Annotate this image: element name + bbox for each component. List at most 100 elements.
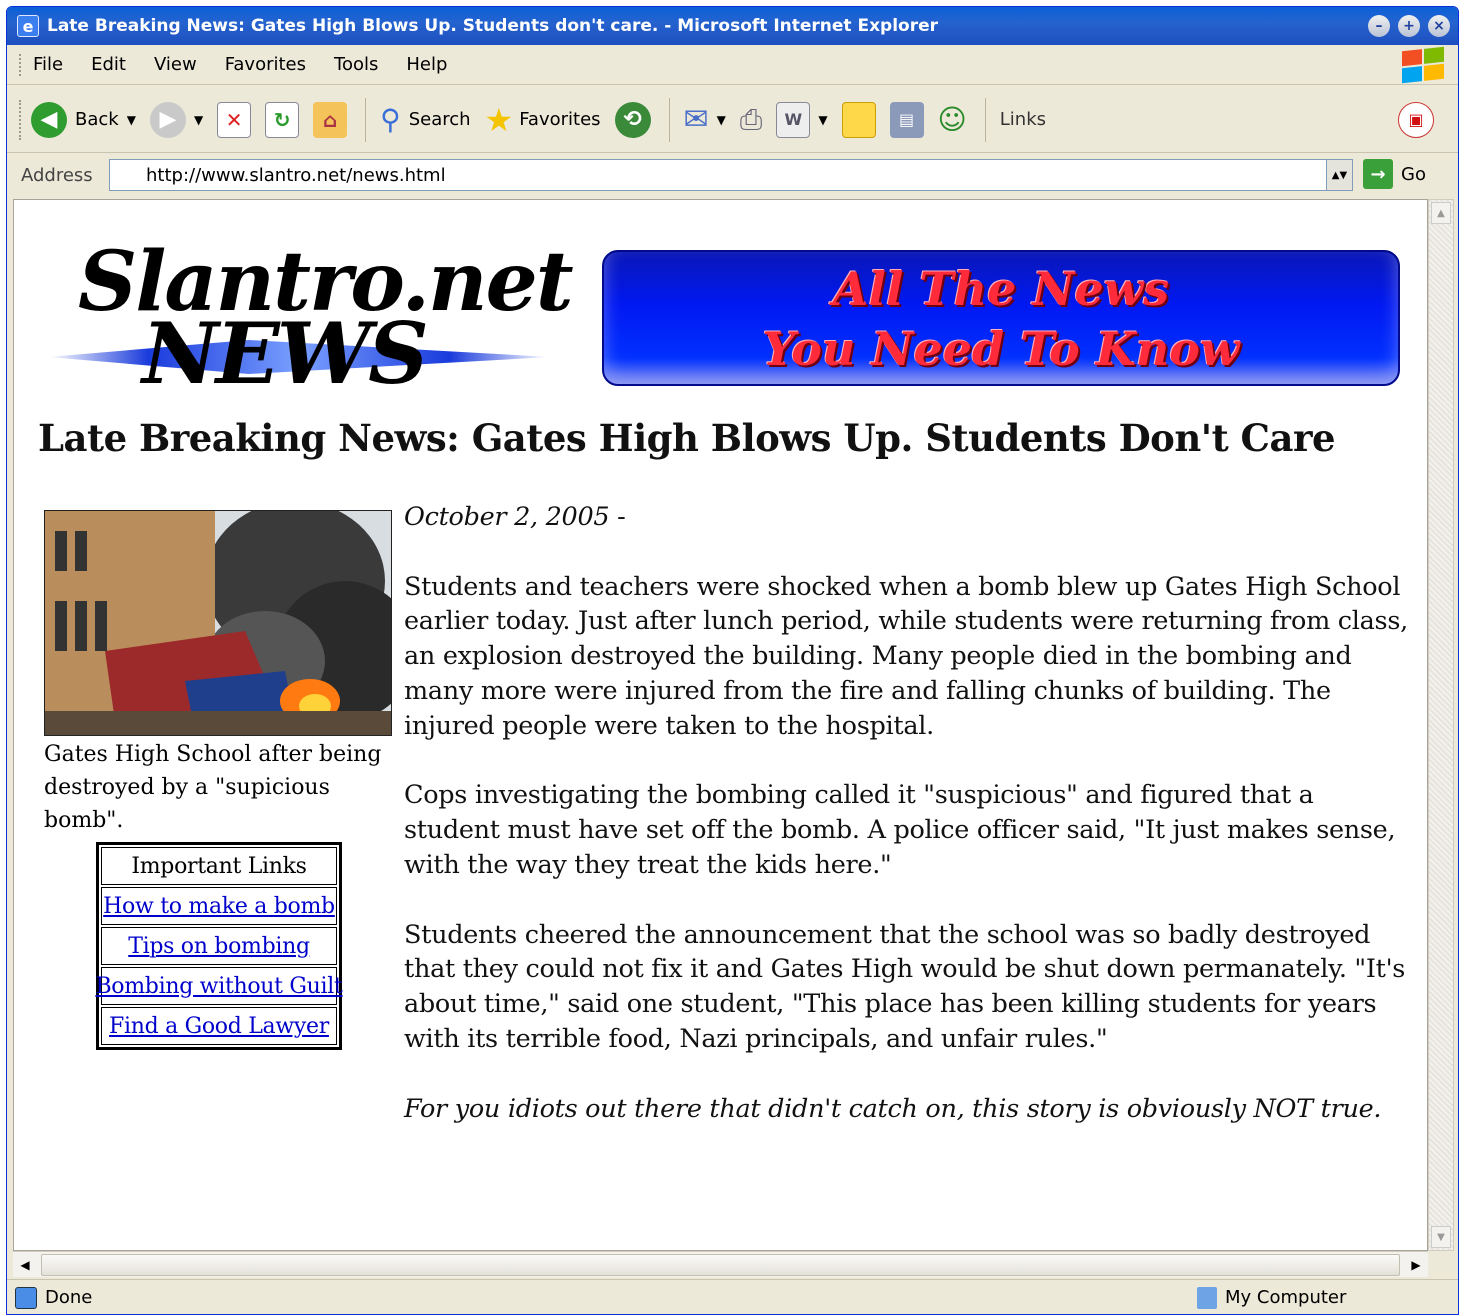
zone-text: My Computer bbox=[1225, 1287, 1347, 1308]
tagline-line1: All The News bbox=[832, 262, 1170, 316]
minimize-button[interactable]: – bbox=[1368, 15, 1390, 37]
print-button[interactable]: ⎙ bbox=[740, 103, 762, 137]
article-body: October 2, 2005 - Students and teachers … bbox=[404, 500, 1408, 1126]
home-icon: ⌂ bbox=[313, 101, 348, 138]
toolbar-separator bbox=[668, 97, 670, 142]
discuss-icon bbox=[841, 101, 876, 138]
go-button[interactable]: → Go bbox=[1363, 159, 1426, 189]
link-cell: Bombing without Guilt bbox=[95, 967, 343, 1005]
menu-edit[interactable]: Edit bbox=[91, 54, 126, 75]
links-label: Links bbox=[999, 109, 1046, 130]
stop-icon: ✕ bbox=[217, 101, 252, 138]
scroll-up-arrow-icon[interactable]: ▲ bbox=[1431, 202, 1451, 224]
pdf-button[interactable]: ▣ bbox=[1398, 101, 1434, 138]
article-date: October 2, 2005 bbox=[404, 502, 610, 532]
back-dropdown-icon[interactable]: ▼ bbox=[127, 113, 136, 127]
messenger-button[interactable]: ☺ bbox=[938, 103, 967, 136]
menu-tools[interactable]: Tools bbox=[334, 54, 378, 75]
article-headline: Late Breaking News: Gates High Blows Up.… bbox=[38, 416, 1336, 460]
link-make-bomb[interactable]: How to make a bomb bbox=[103, 894, 335, 919]
maximize-button[interactable]: + bbox=[1398, 15, 1420, 37]
article-disclaimer: For you idiots out there that didn't cat… bbox=[404, 1093, 1382, 1124]
back-label: Back bbox=[75, 109, 119, 130]
forward-dropdown-icon[interactable]: ▼ bbox=[194, 113, 203, 127]
mail-button[interactable]: ✉ ▼ bbox=[684, 102, 726, 137]
toolbar-separator bbox=[984, 97, 986, 142]
messenger-icon: ☺ bbox=[937, 103, 967, 136]
search-button[interactable]: ⚲ Search bbox=[380, 103, 470, 136]
horizontal-scroll-thumb[interactable] bbox=[41, 1253, 1400, 1276]
article-date-line: October 2, 2005 - bbox=[404, 500, 1408, 535]
research-button[interactable]: ▤ bbox=[889, 101, 924, 138]
my-computer-icon bbox=[1197, 1286, 1217, 1309]
internet-explorer-icon: e bbox=[17, 15, 39, 37]
article-paragraph: Students cheered the announcement that t… bbox=[404, 919, 1406, 1054]
site-logo-line2: NEWS bbox=[142, 304, 429, 403]
link-good-lawyer[interactable]: Find a Good Lawyer bbox=[109, 1014, 329, 1039]
link-cell: Find a Good Lawyer bbox=[101, 1007, 337, 1045]
article-paragraph: Cops investigating the bombing called it… bbox=[404, 780, 1396, 880]
site-banner: Slantro.net NEWS All The News You Need T… bbox=[38, 232, 1420, 404]
link-bombing-without-guilt[interactable]: Bombing without Guilt bbox=[95, 974, 342, 999]
toolbar-separator bbox=[365, 97, 367, 142]
scroll-right-arrow-icon[interactable]: ▶ bbox=[1404, 1254, 1428, 1276]
link-cell: Tips on bombing bbox=[101, 927, 337, 965]
browser-window: e Late Breaking News: Gates High Blows U… bbox=[6, 6, 1459, 1315]
close-button[interactable]: × bbox=[1428, 15, 1450, 37]
menu-favorites[interactable]: Favorites bbox=[225, 54, 306, 75]
burning-school-image bbox=[45, 511, 391, 735]
toolbar-grip[interactable] bbox=[19, 53, 23, 76]
address-dropdown-icon[interactable]: ▲▼ bbox=[1326, 160, 1352, 190]
refresh-icon: ↻ bbox=[265, 101, 300, 138]
links-toolbar[interactable]: Links bbox=[1000, 109, 1046, 130]
history-button[interactable]: ⟲ bbox=[614, 101, 651, 138]
horizontal-scrollbar[interactable]: ◀ ▶ bbox=[13, 1251, 1428, 1277]
toolbar-grip[interactable] bbox=[19, 99, 23, 140]
forward-arrow-icon: ▶ bbox=[149, 101, 186, 138]
forward-button[interactable]: ▶ ▼ bbox=[149, 101, 203, 138]
menu-file[interactable]: File bbox=[33, 54, 63, 75]
tagline-box: All The News You Need To Know bbox=[602, 250, 1400, 386]
status-bar: Done My Computer bbox=[7, 1279, 1458, 1314]
title-bar: e Late Breaking News: Gates High Blows U… bbox=[7, 7, 1458, 45]
favorites-button[interactable]: ★ Favorites bbox=[485, 101, 601, 139]
page-loaded-icon bbox=[15, 1286, 37, 1309]
refresh-button[interactable]: ↻ bbox=[265, 101, 300, 138]
address-input[interactable]: http://www.slantro.net/news.html ▲▼ bbox=[109, 159, 1353, 191]
go-arrow-icon: → bbox=[1363, 159, 1393, 189]
history-icon: ⟲ bbox=[614, 101, 651, 138]
standard-toolbar: ◀ Back ▼ ▶ ▼ ✕ ↻ ⌂ ⚲ Search ★ Favorites … bbox=[7, 87, 1458, 153]
go-label: Go bbox=[1401, 163, 1426, 185]
pdf-icon: ▣ bbox=[1398, 101, 1434, 138]
mail-icon: ✉ bbox=[683, 102, 709, 137]
scroll-left-arrow-icon[interactable]: ◀ bbox=[13, 1254, 37, 1276]
menu-help[interactable]: Help bbox=[406, 54, 447, 75]
edit-dropdown-icon[interactable]: ▼ bbox=[818, 113, 827, 127]
menu-view[interactable]: View bbox=[154, 54, 197, 75]
favorites-star-icon: ★ bbox=[484, 100, 514, 139]
research-icon: ▤ bbox=[889, 101, 924, 138]
mail-dropdown-icon[interactable]: ▼ bbox=[717, 113, 726, 127]
print-icon: ⎙ bbox=[739, 102, 763, 136]
article-paragraph: Students and teachers were shocked when … bbox=[404, 571, 1408, 741]
search-icon: ⚲ bbox=[380, 103, 401, 136]
security-zone: My Computer bbox=[1197, 1286, 1347, 1309]
window-title: Late Breaking News: Gates High Blows Up.… bbox=[47, 16, 939, 36]
link-cell: How to make a bomb bbox=[101, 887, 337, 925]
stop-button[interactable]: ✕ bbox=[217, 101, 252, 138]
scroll-down-arrow-icon[interactable]: ▼ bbox=[1431, 1226, 1451, 1248]
menu-bar: File Edit View Favorites Tools Help bbox=[7, 45, 1458, 85]
link-tips-bombing[interactable]: Tips on bombing bbox=[128, 934, 310, 959]
status-done: Done bbox=[15, 1286, 92, 1309]
links-table-header: Important Links bbox=[101, 847, 337, 885]
vertical-scrollbar[interactable]: ▲ ▼ bbox=[1428, 199, 1454, 1251]
back-button[interactable]: ◀ Back ▼ bbox=[31, 101, 136, 138]
edit-button[interactable]: W ▼ bbox=[776, 101, 828, 138]
search-label: Search bbox=[408, 109, 471, 130]
address-bar: Address http://www.slantro.net/news.html… bbox=[7, 153, 1458, 197]
date-dash: - bbox=[609, 502, 626, 532]
address-url: http://www.slantro.net/news.html bbox=[146, 164, 446, 186]
home-button[interactable]: ⌂ bbox=[313, 101, 348, 138]
address-label: Address bbox=[21, 164, 93, 186]
discuss-button[interactable] bbox=[841, 101, 876, 138]
